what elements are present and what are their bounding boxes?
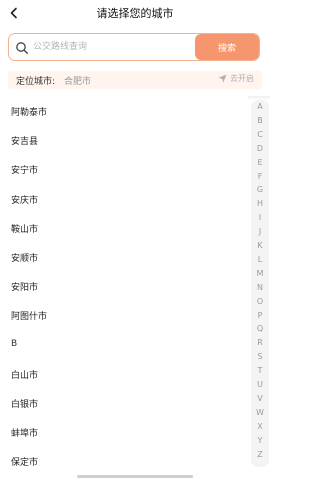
alphabet-index-bar[interactable]: ABCDEFGHIJKLMNOPQRSTUVWXYZ xyxy=(251,100,269,467)
index-letter-j[interactable]: J xyxy=(251,227,269,236)
location-bar: 定位城市: 合肥市 去开启 xyxy=(8,71,262,89)
city-list-item[interactable]: 阿图什市 xyxy=(11,309,47,322)
index-letter-u[interactable]: U xyxy=(251,380,269,389)
index-letter-w[interactable]: W xyxy=(251,408,269,417)
city-list-item[interactable]: 白银市 xyxy=(11,397,38,410)
index-letter-i[interactable]: I xyxy=(251,213,269,222)
index-letter-d[interactable]: D xyxy=(251,144,269,153)
section-header: B xyxy=(11,338,18,349)
city-list-item[interactable]: 安庆市 xyxy=(11,193,38,206)
index-letter-s[interactable]: S xyxy=(251,352,269,361)
city-list-item[interactable]: 安顺市 xyxy=(11,251,38,264)
index-letter-e[interactable]: E xyxy=(251,158,269,167)
index-letter-b[interactable]: B xyxy=(251,116,269,125)
page-title: 请选择您的城市 xyxy=(96,7,174,20)
city-list-item[interactable]: 安阳市 xyxy=(11,280,38,293)
index-letter-q[interactable]: Q xyxy=(251,324,269,333)
city-list-item[interactable]: 保定市 xyxy=(11,455,38,468)
city-list-item[interactable]: 阿勒泰市 xyxy=(11,105,47,118)
index-letter-l[interactable]: L xyxy=(251,255,269,264)
city-list: 阿勒泰市安吉县安宁市安庆市鞍山市安顺市安阳市阿图什市 B 白山市白银市蚌埠市保定市 xyxy=(0,96,248,480)
city-list-item[interactable]: 安吉县 xyxy=(11,134,38,147)
index-letter-p[interactable]: P xyxy=(251,311,269,320)
enable-location-label: 去开启 xyxy=(230,74,254,83)
search-button[interactable]: 搜索 xyxy=(195,34,259,60)
header: 请选择您的城市 xyxy=(0,0,270,26)
index-letter-a[interactable]: A xyxy=(251,102,269,111)
index-letter-k[interactable]: K xyxy=(251,241,269,250)
location-city: 合肥市 xyxy=(64,77,92,87)
search-icon xyxy=(16,42,29,55)
index-letter-n[interactable]: N xyxy=(251,283,269,292)
enable-location-button[interactable]: 去开启 xyxy=(218,73,254,84)
city-list-item[interactable]: 蚌埠市 xyxy=(11,426,38,439)
index-letter-z[interactable]: Z xyxy=(251,450,269,459)
index-letter-o[interactable]: O xyxy=(251,297,269,306)
index-letter-v[interactable]: V xyxy=(251,394,269,403)
index-letter-x[interactable]: X xyxy=(251,422,269,431)
home-indicator xyxy=(77,475,193,478)
search-bar: 搜索 xyxy=(8,33,260,61)
index-letter-f[interactable]: F xyxy=(251,172,269,181)
index-letter-c[interactable]: C xyxy=(251,130,269,139)
city-list-item[interactable]: 白山市 xyxy=(11,368,38,381)
city-list-item[interactable]: 鞍山市 xyxy=(11,222,38,235)
index-letter-t[interactable]: T xyxy=(251,366,269,375)
index-letter-r[interactable]: R xyxy=(251,338,269,347)
search-input[interactable] xyxy=(33,34,193,60)
index-letter-m[interactable]: M xyxy=(251,269,269,278)
index-letter-y[interactable]: Y xyxy=(251,436,269,445)
city-list-item[interactable]: 安宁市 xyxy=(11,163,38,176)
index-letter-h[interactable]: H xyxy=(251,199,269,208)
index-letter-g[interactable]: G xyxy=(251,185,269,194)
navigation-arrow-icon xyxy=(218,74,227,83)
location-label: 定位城市: xyxy=(16,77,56,87)
